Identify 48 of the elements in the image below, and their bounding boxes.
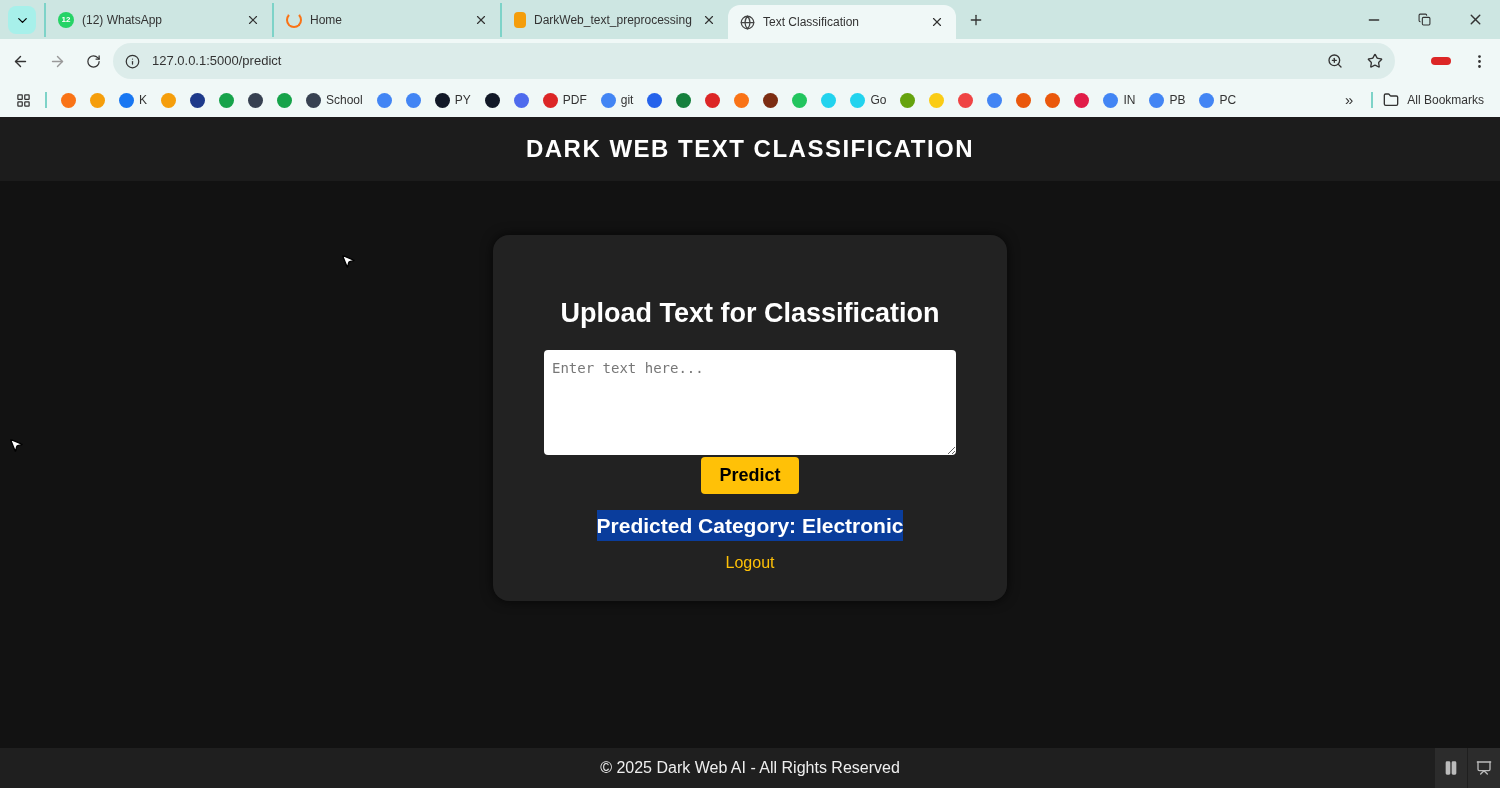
apps-icon[interactable] (16, 92, 31, 108)
result-text: Predicted Category: Electronic (596, 509, 904, 541)
tab-title: Home (310, 11, 343, 29)
notebook-icon (514, 11, 526, 28)
all-bookmarks-button[interactable]: All Bookmarks (1383, 91, 1484, 109)
bookmark-icon[interactable] (484, 92, 500, 108)
pause-icon[interactable] (1435, 748, 1467, 788)
bookmark[interactable]: K (119, 91, 147, 109)
overflow-button[interactable]: » (1340, 88, 1358, 112)
close-icon[interactable] (930, 15, 944, 29)
card-heading: Upload Text for Classification (560, 297, 940, 330)
chat-icon: 12 (58, 11, 74, 28)
bookmark[interactable]: PY (434, 91, 471, 109)
info-icon (125, 53, 140, 69)
footer-text: © 2025 Dark Web AI - All Rights Reserved (600, 758, 900, 778)
bookmark[interactable]: Go (850, 91, 887, 109)
star-icon[interactable] (1367, 53, 1383, 69)
logout-link[interactable]: Logout (725, 551, 775, 575)
bookmark[interactable]: School (306, 91, 363, 109)
bookmark-icon[interactable] (248, 92, 263, 108)
tab-title: DarkWeb_text_preprocessing (534, 11, 693, 29)
folder-icon (1383, 92, 1400, 108)
tab-title: (12) WhatsApp (82, 11, 164, 29)
reload-icon[interactable] (86, 53, 101, 69)
new-tab-icon[interactable] (968, 12, 984, 28)
globe-icon (740, 14, 755, 30)
bookmark[interactable]: IN (1103, 91, 1136, 109)
bookmark-icon[interactable] (190, 92, 205, 108)
browser-tab[interactable]: 12 (12) WhatsApp (44, 2, 272, 37)
page-title: DARK WEB TEXT CLASSIFICATION (525, 134, 975, 164)
bookmark[interactable]: PDF (542, 91, 587, 109)
extension-icon[interactable] (1431, 57, 1451, 65)
cursor-icon (8, 437, 24, 453)
predict-button[interactable]: Predict (701, 456, 799, 494)
presenter-icon[interactable] (1468, 748, 1500, 788)
tab-title: Text Classification (763, 14, 861, 31)
zoom-icon[interactable] (1327, 53, 1343, 69)
url-text: 127.0.0.1:5000/predict (152, 52, 283, 71)
bookmark[interactable]: git (600, 91, 634, 109)
address-bar[interactable]: 127.0.0.1:5000/predict (113, 43, 1395, 79)
bookmark-icon[interactable] (763, 92, 779, 108)
bookmark[interactable]: PC (1199, 91, 1237, 109)
browser-tab[interactable]: Text Classification (728, 5, 956, 39)
text-input[interactable]: Enter text here... (544, 349, 956, 455)
bookmark[interactable]: PB (1149, 91, 1186, 109)
restore-icon[interactable] (1418, 13, 1431, 26)
cursor-icon (340, 253, 356, 269)
browser-tab[interactable]: Home (272, 2, 500, 37)
